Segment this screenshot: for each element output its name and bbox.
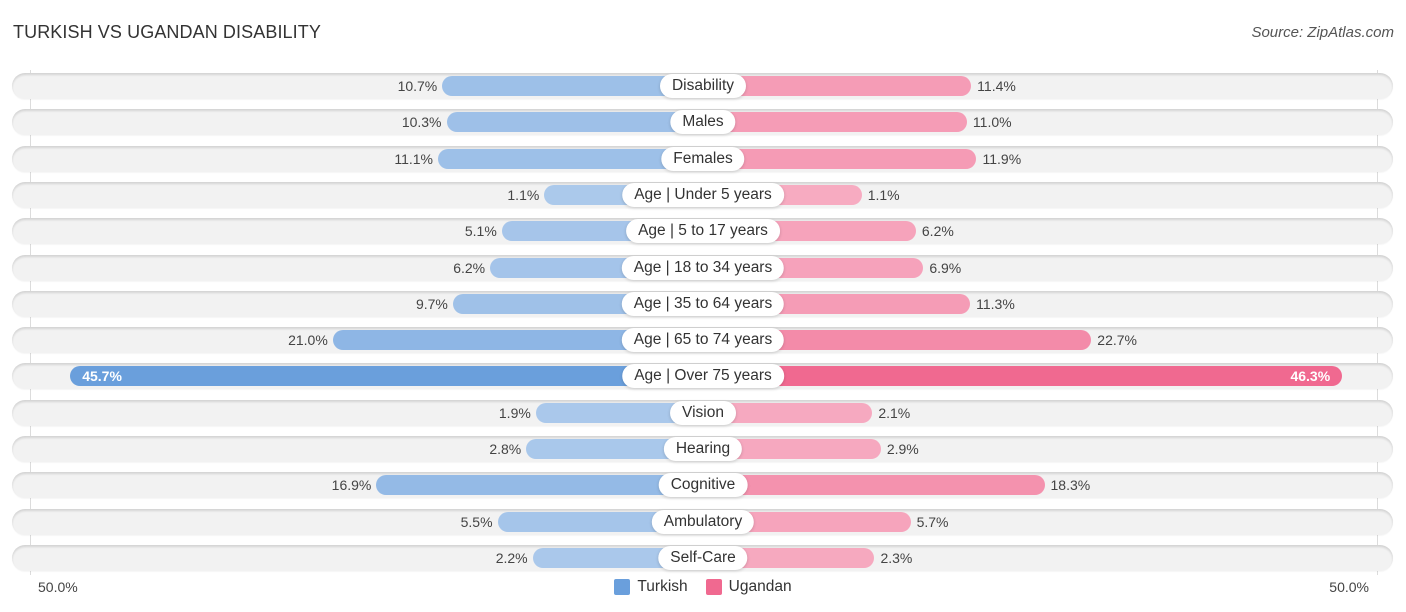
value-label-turkish: 1.9% xyxy=(498,404,531,421)
legend-swatch-turkish xyxy=(614,579,631,595)
category-label: Males xyxy=(670,110,736,135)
bar-ugandan[interactable] xyxy=(703,366,1343,387)
category-label: Self-Care xyxy=(658,545,748,570)
category-label: Vision xyxy=(670,400,736,425)
value-label-ugandan: 11.3% xyxy=(976,295,1015,312)
category-label: Disability xyxy=(659,74,747,98)
value-label-ugandan: 22.7% xyxy=(1097,332,1137,349)
category-label: Age | 5 to 17 years xyxy=(626,219,780,244)
value-label-ugandan: 11.9% xyxy=(982,150,1022,167)
value-label-turkish: 45.7% xyxy=(82,368,122,385)
legend: Turkish Ugandan xyxy=(0,578,1406,596)
value-label-turkish: 16.9% xyxy=(331,477,372,494)
value-label-turkish: 2.8% xyxy=(489,441,522,457)
bar-turkish[interactable] xyxy=(70,366,703,387)
value-label-turkish: 11.1% xyxy=(394,150,434,167)
bar-turkish[interactable] xyxy=(376,475,703,496)
legend-item-ugandan[interactable]: Ugandan xyxy=(705,578,792,596)
bar-ugandan[interactable] xyxy=(703,475,1045,496)
value-label-ugandan: 2.3% xyxy=(880,549,913,566)
category-label: Age | 65 to 74 years xyxy=(621,328,785,353)
value-label-ugandan: 2.9% xyxy=(886,441,919,457)
legend-item-turkish[interactable]: Turkish xyxy=(614,578,688,596)
value-label-turkish: 5.1% xyxy=(464,223,497,240)
category-label: Age | Over 75 years xyxy=(622,364,784,389)
bar-ugandan[interactable] xyxy=(703,112,967,133)
value-label-ugandan: 6.2% xyxy=(921,223,954,240)
value-label-ugandan: 1.1% xyxy=(867,186,900,203)
value-label-ugandan: 11.0% xyxy=(972,114,1012,131)
category-label: Age | 35 to 64 years xyxy=(621,291,785,316)
category-label: Hearing xyxy=(663,437,743,461)
bar-turkish[interactable] xyxy=(446,112,703,133)
value-label-ugandan: 18.3% xyxy=(1050,477,1091,494)
value-label-turkish: 10.3% xyxy=(401,114,442,131)
legend-label-turkish: Turkish xyxy=(637,578,688,595)
value-label-ugandan: 11.4% xyxy=(977,78,1016,94)
value-label-turkish: 6.2% xyxy=(453,259,486,276)
value-label-ugandan: 5.7% xyxy=(916,513,949,530)
value-label-ugandan: 2.1% xyxy=(878,404,911,421)
legend-swatch-ugandan xyxy=(705,579,722,595)
value-label-turkish: 2.2% xyxy=(495,549,528,566)
category-label: Age | Under 5 years xyxy=(622,182,784,207)
legend-label-ugandan: Ugandan xyxy=(728,578,792,595)
category-label: Females xyxy=(661,146,745,171)
value-label-turkish: 5.5% xyxy=(460,513,493,530)
value-label-turkish: 10.7% xyxy=(397,78,438,94)
category-label: Cognitive xyxy=(658,473,748,498)
diverging-bar-chart: 10.7% 11.4% Disability 10.3% 11.0% Males 11.1%… xyxy=(0,0,1406,612)
value-label-turkish: 9.7% xyxy=(415,295,448,312)
category-label: Age | 18 to 34 years xyxy=(621,255,785,280)
value-label-ugandan: 46.3% xyxy=(1290,368,1331,385)
value-label-turkish: 21.0% xyxy=(288,332,328,349)
category-label: Ambulatory xyxy=(651,509,755,534)
value-label-ugandan: 6.9% xyxy=(929,259,962,276)
value-label-turkish: 1.1% xyxy=(507,186,540,203)
